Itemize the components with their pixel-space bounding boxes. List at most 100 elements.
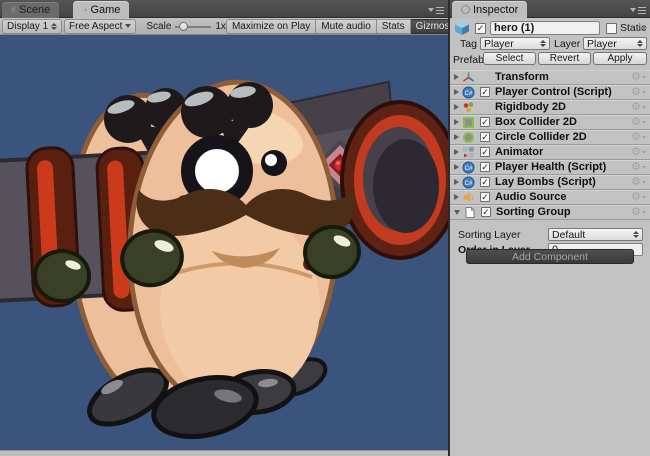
gear-icon[interactable]: ⚙ — [631, 177, 646, 188]
component-enabled-checkbox[interactable]: ✓ — [480, 132, 490, 142]
tab-scene[interactable]: # Scene — [2, 2, 59, 18]
gear-icon[interactable]: ⚙ — [631, 117, 646, 128]
gear-icon[interactable]: ⚙ — [631, 192, 646, 203]
component-name: Player Control (Script) — [495, 86, 612, 98]
foldout-triangle-icon[interactable] — [454, 74, 459, 80]
component-enabled-checkbox[interactable]: ✓ — [480, 162, 490, 172]
prefab-label: Prefab — [453, 54, 484, 66]
tab-inspector-label: Inspector — [473, 4, 518, 16]
slider-knob[interactable] — [179, 22, 188, 31]
component-name: Lay Bombs (Script) — [495, 176, 596, 188]
prefab-row: Prefab Select Revert Apply — [450, 52, 650, 66]
tag-dropdown[interactable]: Player — [480, 37, 550, 50]
maximize-on-play-button[interactable]: Maximize on Play — [226, 19, 316, 34]
component-enabled-checkbox[interactable]: ✓ — [480, 87, 490, 97]
gameobject-enabled-checkbox[interactable]: ✓ — [475, 23, 486, 34]
component-row[interactable]: ✓ Audio Source ⚙ — [450, 190, 650, 205]
game-toolbar: Display 1 Free Aspect Scale 1x Maximize … — [0, 18, 448, 35]
tab-game[interactable]: ◔ Game — [73, 1, 129, 18]
chevron-down-icon — [125, 24, 131, 28]
component-enabled-checkbox[interactable]: ✓ — [481, 207, 491, 217]
component-name: Box Collider 2D — [495, 116, 577, 128]
component-name: Player Health (Script) — [495, 161, 606, 173]
gear-icon[interactable]: ⚙ — [631, 207, 646, 218]
component-enabled-checkbox[interactable]: ✓ — [480, 147, 490, 157]
foldout-triangle-icon[interactable] — [454, 104, 459, 110]
static-checkbox[interactable] — [606, 23, 617, 34]
component-row[interactable]: ✓ Circle Collider 2D ⚙ — [450, 130, 650, 145]
script-icon: C# — [462, 161, 475, 174]
popup-arrows-icon — [540, 40, 546, 47]
sorting-layer-row: Sorting Layer Default — [450, 228, 650, 242]
aspect-dropdown[interactable]: Free Aspect — [64, 19, 136, 34]
svg-text:C#: C# — [465, 181, 473, 187]
inspector-panel: Inspector ✓ hero (1) Static Tag Player — [450, 0, 650, 456]
component-row[interactable]: ✓Animator⚙ — [450, 145, 650, 160]
component-row[interactable]: C# ✓ Player Health (Script) ⚙ — [450, 160, 650, 175]
scene-grid-icon: # — [11, 5, 16, 15]
gear-icon[interactable]: ⚙ — [631, 87, 646, 98]
component-row[interactable]: C# ✓ Player Control (Script) ⚙ — [450, 85, 650, 100]
static-dropdown-icon[interactable] — [641, 27, 647, 31]
inspector-tabstrip: Inspector — [450, 0, 650, 18]
display-dropdown-value: Display 1 — [7, 21, 48, 32]
foldout-triangle-icon[interactable] — [454, 89, 459, 95]
transform-icon — [462, 71, 475, 84]
component-row[interactable]: ✓Sorting Group⚙ — [450, 205, 650, 220]
gear-icon[interactable]: ⚙ — [631, 162, 646, 173]
foldout-triangle-icon[interactable] — [454, 119, 459, 125]
foldout-triangle-icon[interactable] — [454, 149, 459, 155]
gear-dropdown-icon — [642, 136, 646, 139]
component-list: Transform⚙C#✓Player Control (Script)⚙Rig… — [450, 70, 650, 220]
display-dropdown[interactable]: Display 1 — [2, 19, 62, 34]
gear-icon[interactable]: ⚙ — [631, 72, 646, 83]
gameobject-name-field[interactable]: hero (1) — [490, 21, 600, 35]
stats-button[interactable]: Stats — [377, 19, 411, 34]
add-component-button[interactable]: Add Component — [466, 249, 634, 264]
gear-icon[interactable]: ⚙ — [631, 102, 646, 113]
scale-slider[interactable] — [175, 22, 211, 31]
animator-icon — [462, 146, 475, 159]
component-enabled-checkbox[interactable]: ✓ — [480, 117, 490, 127]
foldout-triangle-icon[interactable] — [454, 194, 459, 200]
component-row[interactable]: Transform⚙ — [450, 70, 650, 85]
gameobject-cube-icon — [454, 20, 470, 36]
component-enabled-checkbox[interactable]: ✓ — [480, 192, 490, 202]
aspect-dropdown-value: Free Aspect — [69, 21, 122, 32]
gear-dropdown-icon — [642, 106, 646, 109]
component-row[interactable]: ✓ Box Collider 2D ⚙ — [450, 115, 650, 130]
gizmos-label: Gizmos — [416, 21, 450, 32]
gear-icon[interactable]: ⚙ — [631, 132, 646, 143]
component-name: Rigidbody 2D — [495, 101, 566, 113]
gear-dropdown-icon — [642, 211, 646, 214]
component-row[interactable]: Rigidbody 2D ⚙ — [450, 100, 650, 115]
script-icon: C# — [462, 86, 475, 99]
foldout-triangle-icon[interactable] — [454, 164, 459, 170]
component-name: Circle Collider 2D — [495, 131, 587, 143]
foldout-triangle-icon[interactable] — [454, 134, 459, 140]
component-enabled-checkbox[interactable]: ✓ — [480, 177, 490, 187]
dropdown-triangle-icon — [630, 8, 636, 12]
component-row[interactable]: C# ✓ Lay Bombs (Script) ⚙ — [450, 175, 650, 190]
layer-dropdown[interactable]: Player — [583, 37, 647, 50]
prefab-revert-button[interactable]: Revert — [538, 52, 591, 65]
game-viewport — [0, 35, 448, 450]
prefab-select-button[interactable]: Select — [483, 52, 536, 65]
hamburger-icon — [436, 7, 444, 14]
game-tabstrip: # Scene ◔ Game — [0, 0, 448, 18]
foldout-triangle-icon[interactable] — [454, 179, 459, 185]
panel-menu-icon[interactable] — [428, 6, 444, 14]
circle-collider-icon — [462, 131, 475, 144]
foldout-triangle-icon[interactable] — [454, 210, 460, 215]
sorting-layer-dropdown[interactable]: Default — [548, 228, 643, 241]
layer-label: Layer — [554, 38, 580, 50]
mute-audio-button[interactable]: Mute audio — [316, 19, 376, 34]
gear-dropdown-icon — [642, 166, 646, 169]
component-name: Audio Source — [495, 191, 567, 203]
panel-menu-icon[interactable] — [630, 6, 646, 14]
tab-inspector[interactable]: Inspector — [452, 1, 527, 18]
popup-arrows-icon — [633, 231, 639, 238]
popup-arrows-icon — [637, 40, 643, 47]
prefab-apply-button[interactable]: Apply — [593, 52, 647, 65]
gear-icon[interactable]: ⚙ — [631, 147, 646, 158]
